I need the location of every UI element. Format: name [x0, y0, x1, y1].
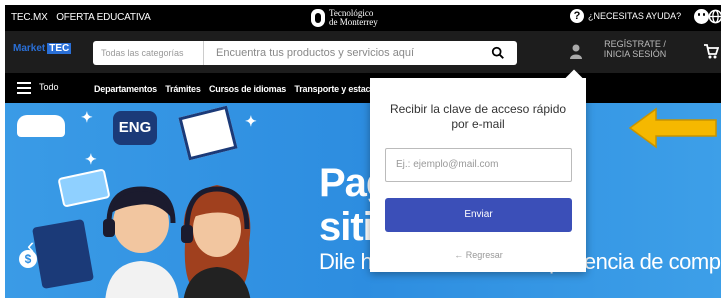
logo-line2: de Monterrey: [329, 17, 378, 27]
nav-item-tramites[interactable]: Trámites: [165, 84, 201, 94]
category-select[interactable]: Todas las categorías: [93, 41, 203, 65]
cart-icon[interactable]: [703, 43, 719, 59]
book-illustration: [32, 218, 94, 290]
register-login-link[interactable]: REGÍSTRATE / INICIA SESIÓN: [590, 39, 680, 59]
main-nav: Todo Departamentos Trámites Cursos de id…: [5, 73, 721, 103]
menu-todo-label[interactable]: Todo: [39, 82, 59, 92]
brand-name: Market: [13, 43, 46, 54]
brand-tag: TEC: [47, 43, 72, 54]
hero-banner[interactable]: ✦ ✦ ENG ✦ $ ‹ Pag solo siti s clic Dile …: [5, 103, 721, 298]
eng-badge: ENG: [113, 111, 157, 145]
carousel-prev-arrow[interactable]: ‹: [27, 233, 34, 259]
globe-icon[interactable]: [708, 9, 723, 24]
oferta-educativa-link[interactable]: OFERTA EDUCATIVA: [56, 12, 151, 23]
quick-access-popup: Recibir la clave de acceso rápido por e-…: [370, 78, 586, 272]
sparkle-icon: ✦: [81, 109, 93, 125]
certificate-illustration: [178, 105, 238, 161]
highlight-arrow-annotation: [628, 107, 717, 149]
user-icon[interactable]: [569, 43, 583, 59]
search-input[interactable]: Encuentra tus productos y servicios aquí: [203, 41, 517, 65]
car-illustration: [17, 115, 65, 137]
sparkle-icon: ✦: [85, 151, 97, 167]
popup-title: Recibir la clave de acceso rápido por e-…: [389, 102, 567, 131]
top-links: TEC.MX OFERTA EDUCATIVA: [11, 12, 157, 23]
tec-shield-icon: [311, 9, 325, 27]
nav-item-departamentos[interactable]: Departamentos: [94, 84, 157, 94]
search-icon[interactable]: [491, 46, 505, 60]
send-button[interactable]: Enviar: [385, 198, 572, 232]
woman-with-headset-illustration: [181, 185, 251, 298]
search-header: Market TEC Todas las categorías Encuentra…: [5, 31, 721, 73]
tec-logo[interactable]: Tecnológico de Monterrey: [311, 7, 378, 29]
top-bar: TEC.MX OFERTA EDUCATIVA Tecnológico de M…: [5, 5, 723, 31]
man-with-headset-illustration: [103, 186, 179, 298]
tec-mx-link[interactable]: TEC.MX: [11, 12, 48, 23]
email-field[interactable]: Ej.: ejemplo@mail.com: [385, 148, 572, 182]
accessibility-smile-icon[interactable]: [694, 9, 709, 24]
search-placeholder: Encuentra tus productos y servicios aquí: [216, 47, 415, 59]
sparkle-icon: ✦: [245, 113, 257, 129]
logo-text: Tecnológico de Monterrey: [329, 9, 378, 27]
back-link[interactable]: ← Regresar: [385, 250, 572, 260]
question-icon: ?: [570, 9, 584, 23]
help-label: ¿NECESITAS AYUDA?: [588, 11, 682, 21]
help-link[interactable]: ? ¿NECESITAS AYUDA?: [570, 9, 681, 23]
nav-item-cursos-idiomas[interactable]: Cursos de idiomas: [209, 84, 286, 94]
market-tec-logo[interactable]: Market TEC: [13, 43, 72, 54]
hamburger-menu-icon[interactable]: [17, 82, 31, 94]
